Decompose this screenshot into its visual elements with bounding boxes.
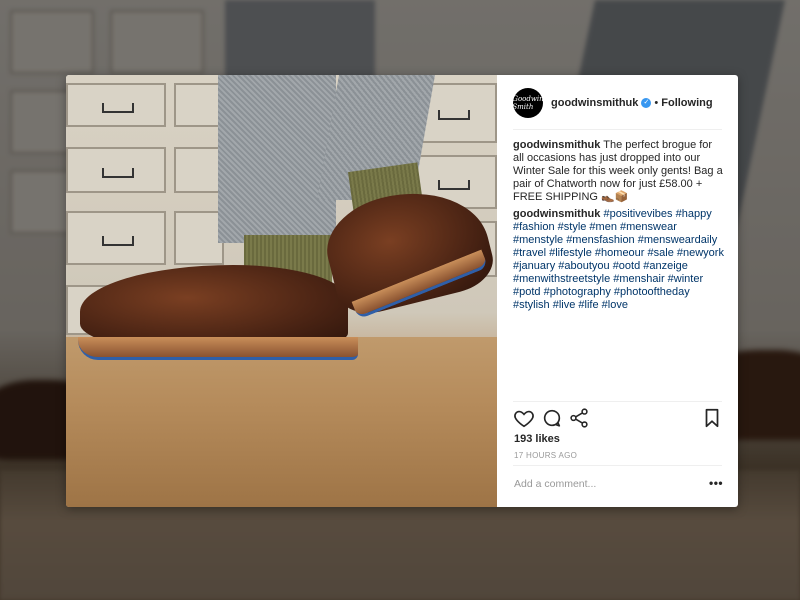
post-sidebar: Goodwin Smith goodwinsmithuk ✓ • Followi…	[497, 75, 738, 507]
comment-bubble-icon[interactable]	[541, 407, 563, 429]
comment-username-link[interactable]: goodwinsmithuk	[513, 208, 600, 220]
add-comment-input[interactable]: Add a comment...	[514, 478, 596, 490]
share-icon[interactable]	[568, 407, 590, 429]
post-caption: goodwinsmithuk The perfect brogue for al…	[513, 139, 725, 204]
post-modal: Goodwin Smith goodwinsmithuk ✓ • Followi…	[66, 75, 738, 507]
post-timestamp[interactable]: 17 HOURS AGO	[514, 451, 577, 460]
verified-badge-icon: ✓	[641, 98, 652, 108]
divider	[513, 129, 722, 130]
caption-username-link[interactable]: goodwinsmithuk	[513, 139, 600, 151]
post-photo[interactable]	[66, 75, 497, 507]
like-count[interactable]: 193 likes	[514, 433, 560, 445]
more-options-icon[interactable]: •••	[709, 476, 723, 490]
post-header: Goodwin Smith goodwinsmithuk ✓ • Followi…	[512, 88, 722, 118]
hashtags[interactable]: #positivevibes #happy #fashion #style #m…	[513, 208, 724, 311]
hashtag-comment: goodwinsmithuk #positivevibes #happy #fa…	[513, 208, 725, 312]
following-button[interactable]: Following	[661, 97, 712, 109]
separator-dot: •	[654, 97, 659, 109]
save-bookmark-icon[interactable]	[701, 407, 723, 429]
action-bar	[513, 407, 722, 431]
like-heart-icon[interactable]	[513, 407, 535, 429]
divider	[513, 465, 722, 466]
divider	[513, 401, 722, 402]
avatar-logo: Goodwin Smith	[512, 95, 544, 111]
username-link[interactable]: goodwinsmithuk	[551, 97, 638, 109]
avatar[interactable]: Goodwin Smith	[512, 88, 544, 118]
